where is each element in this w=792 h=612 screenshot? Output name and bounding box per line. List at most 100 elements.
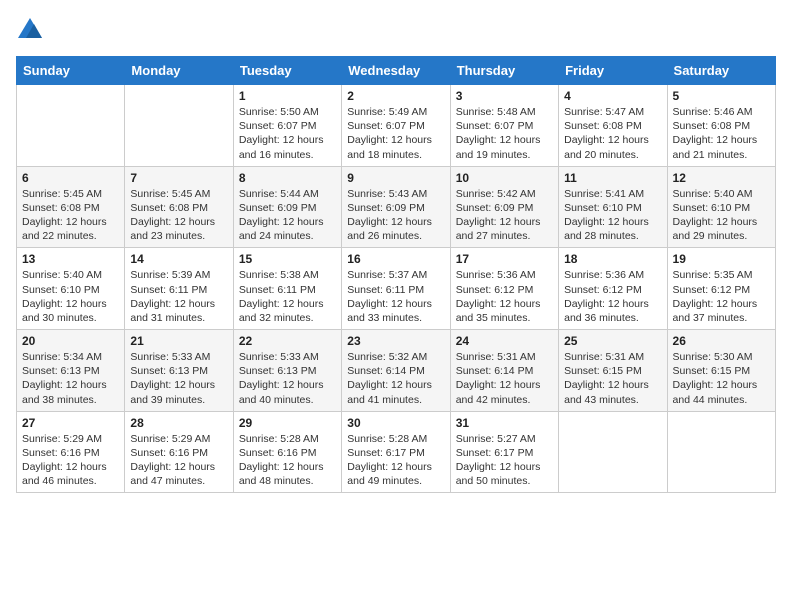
header-monday: Monday	[125, 57, 233, 85]
day-info: Sunrise: 5:48 AM Sunset: 6:07 PM Dayligh…	[456, 105, 553, 162]
day-cell: 28 Sunrise: 5:29 AM Sunset: 6:16 PM Dayli…	[125, 411, 233, 493]
day-cell: 5Sunrise: 5:46 AM Sunset: 6:08 PM Daylig…	[667, 85, 775, 167]
day-cell: 4 Sunrise: 5:47 AM Sunset: 6:08 PM Daylig…	[559, 85, 667, 167]
day-number: 7	[130, 171, 227, 185]
day-number: 15	[239, 252, 336, 266]
day-number: 27	[22, 416, 119, 430]
day-cell: 6 Sunrise: 5:45 AM Sunset: 6:08 PM Daylig…	[17, 166, 125, 248]
day-cell	[667, 411, 775, 493]
day-cell: 24 Sunrise: 5:31 AM Sunset: 6:14 PM Dayli…	[450, 330, 558, 412]
day-number: 19	[673, 252, 770, 266]
day-info: Sunrise: 5:39 AM Sunset: 6:11 PM Dayligh…	[130, 268, 227, 325]
day-info: Sunrise: 5:33 AM Sunset: 6:13 PM Dayligh…	[239, 350, 336, 407]
calendar-header: SundayMondayTuesdayWednesdayThursdayFrid…	[17, 57, 776, 85]
header-sunday: Sunday	[17, 57, 125, 85]
day-info: Sunrise: 5:42 AM Sunset: 6:09 PM Dayligh…	[456, 187, 553, 244]
day-info: Sunrise: 5:37 AM Sunset: 6:11 PM Dayligh…	[347, 268, 444, 325]
day-number: 21	[130, 334, 227, 348]
day-cell	[559, 411, 667, 493]
calendar-table: SundayMondayTuesdayWednesdayThursdayFrid…	[16, 56, 776, 493]
day-info: Sunrise: 5:29 AM Sunset: 6:16 PM Dayligh…	[130, 432, 227, 489]
day-number: 2	[347, 89, 444, 103]
day-info: Sunrise: 5:28 AM Sunset: 6:16 PM Dayligh…	[239, 432, 336, 489]
day-info: Sunrise: 5:35 AM Sunset: 6:12 PM Dayligh…	[673, 268, 770, 325]
day-info: Sunrise: 5:47 AM Sunset: 6:08 PM Dayligh…	[564, 105, 661, 162]
day-cell: 7 Sunrise: 5:45 AM Sunset: 6:08 PM Daylig…	[125, 166, 233, 248]
day-info: Sunrise: 5:50 AM Sunset: 6:07 PM Dayligh…	[239, 105, 336, 162]
day-cell: 19 Sunrise: 5:35 AM Sunset: 6:12 PM Dayli…	[667, 248, 775, 330]
day-number: 6	[22, 171, 119, 185]
day-cell: 26 Sunrise: 5:30 AM Sunset: 6:15 PM Dayli…	[667, 330, 775, 412]
logo	[16, 16, 46, 44]
day-info: Sunrise: 5:41 AM Sunset: 6:10 PM Dayligh…	[564, 187, 661, 244]
header-thursday: Thursday	[450, 57, 558, 85]
day-info: Sunrise: 5:34 AM Sunset: 6:13 PM Dayligh…	[22, 350, 119, 407]
day-info: Sunrise: 5:36 AM Sunset: 6:12 PM Dayligh…	[456, 268, 553, 325]
page-header	[16, 16, 776, 44]
header-tuesday: Tuesday	[233, 57, 341, 85]
day-number: 29	[239, 416, 336, 430]
header-wednesday: Wednesday	[342, 57, 450, 85]
day-number: 11	[564, 171, 661, 185]
day-info: Sunrise: 5:30 AM Sunset: 6:15 PM Dayligh…	[673, 350, 770, 407]
day-cell: 2 Sunrise: 5:49 AM Sunset: 6:07 PM Daylig…	[342, 85, 450, 167]
day-info: Sunrise: 5:31 AM Sunset: 6:14 PM Dayligh…	[456, 350, 553, 407]
day-cell	[17, 85, 125, 167]
day-info: Sunrise: 5:31 AM Sunset: 6:15 PM Dayligh…	[564, 350, 661, 407]
day-number: 18	[564, 252, 661, 266]
day-cell: 17 Sunrise: 5:36 AM Sunset: 6:12 PM Dayli…	[450, 248, 558, 330]
day-info: Sunrise: 5:46 AM Sunset: 6:08 PM Dayligh…	[673, 105, 770, 162]
week-row-1: 6 Sunrise: 5:45 AM Sunset: 6:08 PM Daylig…	[17, 166, 776, 248]
day-number: 22	[239, 334, 336, 348]
day-number: 23	[347, 334, 444, 348]
day-cell: 14 Sunrise: 5:39 AM Sunset: 6:11 PM Dayli…	[125, 248, 233, 330]
day-cell: 10 Sunrise: 5:42 AM Sunset: 6:09 PM Dayli…	[450, 166, 558, 248]
day-cell: 13 Sunrise: 5:40 AM Sunset: 6:10 PM Dayli…	[17, 248, 125, 330]
day-info: Sunrise: 5:40 AM Sunset: 6:10 PM Dayligh…	[673, 187, 770, 244]
day-info: Sunrise: 5:49 AM Sunset: 6:07 PM Dayligh…	[347, 105, 444, 162]
day-number: 12	[673, 171, 770, 185]
day-info: Sunrise: 5:29 AM Sunset: 6:16 PM Dayligh…	[22, 432, 119, 489]
day-info: Sunrise: 5:45 AM Sunset: 6:08 PM Dayligh…	[22, 187, 119, 244]
week-row-0: 1 Sunrise: 5:50 AM Sunset: 6:07 PM Daylig…	[17, 85, 776, 167]
day-info: Sunrise: 5:32 AM Sunset: 6:14 PM Dayligh…	[347, 350, 444, 407]
day-number: 16	[347, 252, 444, 266]
day-info: Sunrise: 5:43 AM Sunset: 6:09 PM Dayligh…	[347, 187, 444, 244]
header-saturday: Saturday	[667, 57, 775, 85]
day-number: 10	[456, 171, 553, 185]
day-number: 1	[239, 89, 336, 103]
day-cell: 1 Sunrise: 5:50 AM Sunset: 6:07 PM Daylig…	[233, 85, 341, 167]
day-info: Sunrise: 5:40 AM Sunset: 6:10 PM Dayligh…	[22, 268, 119, 325]
day-number: 13	[22, 252, 119, 266]
day-info: Sunrise: 5:33 AM Sunset: 6:13 PM Dayligh…	[130, 350, 227, 407]
day-info: Sunrise: 5:27 AM Sunset: 6:17 PM Dayligh…	[456, 432, 553, 489]
day-number: 24	[456, 334, 553, 348]
logo-icon	[16, 16, 44, 44]
day-number: 8	[239, 171, 336, 185]
day-info: Sunrise: 5:44 AM Sunset: 6:09 PM Dayligh…	[239, 187, 336, 244]
day-cell: 12 Sunrise: 5:40 AM Sunset: 6:10 PM Dayli…	[667, 166, 775, 248]
day-cell: 16 Sunrise: 5:37 AM Sunset: 6:11 PM Dayli…	[342, 248, 450, 330]
day-number: 28	[130, 416, 227, 430]
day-cell: 18Sunrise: 5:36 AM Sunset: 6:12 PM Dayli…	[559, 248, 667, 330]
day-number: 14	[130, 252, 227, 266]
day-info: Sunrise: 5:38 AM Sunset: 6:11 PM Dayligh…	[239, 268, 336, 325]
day-cell: 8 Sunrise: 5:44 AM Sunset: 6:09 PM Daylig…	[233, 166, 341, 248]
day-number: 31	[456, 416, 553, 430]
day-cell: 27 Sunrise: 5:29 AM Sunset: 6:16 PM Dayli…	[17, 411, 125, 493]
day-number: 9	[347, 171, 444, 185]
day-info: Sunrise: 5:45 AM Sunset: 6:08 PM Dayligh…	[130, 187, 227, 244]
day-info: Sunrise: 5:28 AM Sunset: 6:17 PM Dayligh…	[347, 432, 444, 489]
day-number: 30	[347, 416, 444, 430]
day-cell: 21 Sunrise: 5:33 AM Sunset: 6:13 PM Dayli…	[125, 330, 233, 412]
day-cell: 15 Sunrise: 5:38 AM Sunset: 6:11 PM Dayli…	[233, 248, 341, 330]
day-number: 26	[673, 334, 770, 348]
day-cell: 22 Sunrise: 5:33 AM Sunset: 6:13 PM Dayli…	[233, 330, 341, 412]
day-number: 17	[456, 252, 553, 266]
day-cell: 30 Sunrise: 5:28 AM Sunset: 6:17 PM Dayli…	[342, 411, 450, 493]
header-friday: Friday	[559, 57, 667, 85]
week-row-4: 27 Sunrise: 5:29 AM Sunset: 6:16 PM Dayli…	[17, 411, 776, 493]
day-cell	[125, 85, 233, 167]
header-row: SundayMondayTuesdayWednesdayThursdayFrid…	[17, 57, 776, 85]
day-number: 4	[564, 89, 661, 103]
